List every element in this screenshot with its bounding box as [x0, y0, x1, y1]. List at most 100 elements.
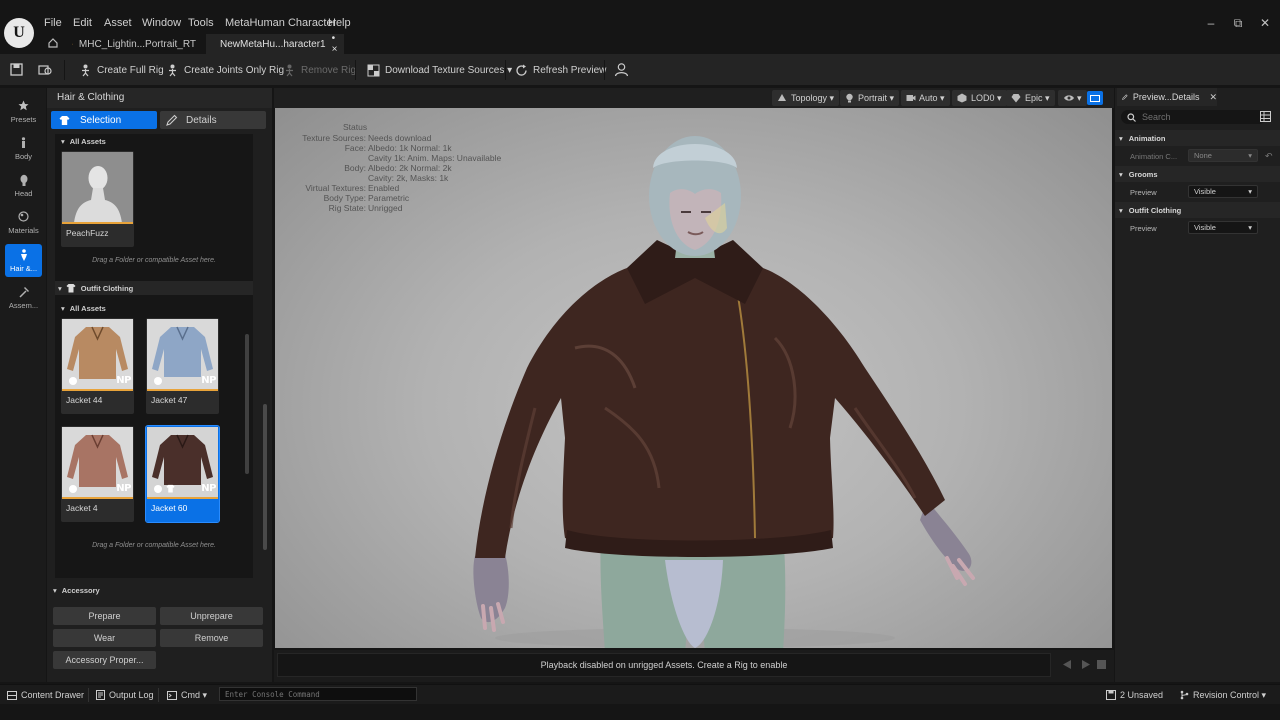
create-joints-only-rig-button[interactable]: Create Joints Only Rig [166, 54, 284, 86]
tab-selection[interactable]: Selection [51, 111, 157, 129]
outfit-clothing-section-header[interactable]: ▾ Outfit Clothing [1115, 202, 1280, 218]
topology-dropdown[interactable]: Topology ▾ [772, 90, 840, 106]
tab-lighting-portrait[interactable]: MHC_Lightin...Portrait_RT [64, 34, 204, 54]
nav-item-body[interactable]: Body [5, 132, 42, 165]
asset-list-scrollbar[interactable] [245, 334, 249, 474]
stop-icon[interactable] [1097, 660, 1106, 669]
outfit-clothing-label: Outfit Clothing [80, 283, 134, 293]
tab-new-metahuman-character[interactable]: NewMetaHu...haracter1 • × [206, 33, 344, 55]
outfit-clothing-header[interactable]: ▾ Outfit Clothing [55, 281, 253, 295]
remove-rig-button[interactable]: Remove Rig [283, 54, 356, 86]
grooms-section-label: Grooms [1128, 169, 1158, 179]
lod-dropdown[interactable]: LOD0 ▾ [952, 90, 1007, 106]
unreal-logo-icon[interactable]: U [4, 18, 34, 48]
grooms-preview-select[interactable]: Visible ▾ [1188, 185, 1258, 198]
close-window-button[interactable]: ✕ [1255, 16, 1275, 30]
all-assets-header[interactable]: ▾ All Assets [55, 301, 253, 315]
nav-item-head[interactable]: Head [5, 169, 42, 202]
checkmark-icon [69, 485, 77, 493]
revision-control-button[interactable]: Revision Control ▾ [1180, 688, 1266, 702]
nav-item-hair-clothing[interactable]: Hair &... [5, 244, 42, 277]
pencil-icon [1122, 94, 1128, 100]
prepare-button[interactable]: Prepare [53, 607, 156, 625]
tab-details[interactable]: Details [160, 111, 266, 129]
lighting-dropdown[interactable]: Portrait ▾ [840, 90, 900, 106]
status-value: Cavity 1k: Anim. Maps: Unavailable [368, 153, 502, 163]
asset-card-jacket-60[interactable]: NP Jacket 60 [145, 425, 220, 523]
menu-help[interactable]: Help [328, 17, 351, 29]
accessory-header[interactable]: ▾ Accessory [47, 582, 272, 598]
menu-edit[interactable]: Edit [73, 17, 92, 29]
menu-file[interactable]: File [44, 17, 62, 29]
refresh-preview-button[interactable]: Refresh Preview [515, 54, 606, 86]
menu-tools[interactable]: Tools [188, 17, 214, 29]
refresh-preview-label: Refresh Preview [533, 64, 607, 76]
grooms-preview-label: Preview [1130, 188, 1157, 197]
asset-card-jacket-44[interactable]: NP Jacket 44 [61, 318, 134, 414]
minimize-button[interactable]: – [1201, 16, 1221, 30]
output-log-label: Output Log [109, 690, 154, 700]
unprepare-button[interactable]: Unprepare [160, 607, 263, 625]
create-full-rig-button[interactable]: Create Full Rig [79, 54, 164, 86]
asset-card-peachfuzz[interactable]: PeachFuzz [61, 151, 134, 247]
settings-grid-icon[interactable] [1260, 111, 1271, 122]
np-badge: NP [201, 483, 216, 494]
nav-item-materials[interactable]: Materials [5, 206, 42, 239]
nav-item-assemble[interactable]: Assem... [5, 281, 42, 314]
menu-asset[interactable]: Asset [104, 17, 132, 29]
revision-control-label: Revision Control ▾ [1193, 689, 1267, 700]
console-command-input[interactable] [219, 687, 417, 701]
remove-button[interactable]: Remove [160, 629, 263, 647]
wear-button[interactable]: Wear [53, 629, 156, 647]
search-placeholder: Search [1142, 112, 1171, 122]
browse-asset-icon[interactable] [38, 63, 53, 76]
all-assets-label: All Assets [69, 136, 106, 146]
accessory-properties-button[interactable]: Accessory Proper... [53, 651, 156, 669]
output-log-button[interactable]: Output Log [96, 688, 154, 702]
play-backward-icon[interactable] [1062, 659, 1072, 670]
view-options-dropdown[interactable]: ▾ [1058, 90, 1087, 106]
cmd-dropdown[interactable]: Cmd ▾ [167, 688, 207, 702]
nav-item-presets[interactable]: Presets [5, 95, 42, 128]
hammer-icon [18, 286, 30, 298]
content-drawer-label: Content Drawer [21, 690, 85, 700]
details-search-input[interactable]: Search [1121, 110, 1266, 124]
unsaved-indicator[interactable]: 2 Unsaved [1106, 688, 1163, 702]
close-tab-icon[interactable]: ✕ [1209, 92, 1217, 103]
home-icon[interactable] [47, 37, 59, 49]
terminal-icon [167, 690, 177, 700]
status-label: Rig State: [328, 203, 366, 213]
asset-card-jacket-47[interactable]: NP Jacket 47 [146, 318, 219, 414]
animation-section-header[interactable]: ▾ Animation [1115, 130, 1280, 146]
viewport-3d[interactable]: Status Texture Sources: Needs download Fa… [275, 108, 1112, 648]
tab-preview-details[interactable]: Preview...Details ✕ [1117, 88, 1217, 106]
menu-metahuman-character[interactable]: MetaHuman Character [225, 17, 336, 29]
lighting-asset-icon [72, 43, 73, 45]
all-assets-header[interactable]: ▾ All Assets [55, 134, 253, 148]
collapse-arrow-icon: ▾ [61, 303, 65, 313]
outfit-preview-select[interactable]: Visible ▾ [1188, 221, 1258, 234]
fullscreen-toggle-button[interactable] [1087, 91, 1103, 105]
download-texture-sources-button[interactable]: Download Texture Sources ▾ [367, 54, 512, 86]
quality-dropdown[interactable]: Epic ▾ [1006, 90, 1055, 106]
user-icon[interactable] [614, 62, 629, 77]
asset-card-label: Jacket 47 [151, 395, 188, 405]
content-drawer-button[interactable]: Content Drawer [7, 688, 84, 702]
status-heading: Status [343, 122, 368, 132]
menu-window[interactable]: Window [142, 17, 181, 29]
camera-dropdown[interactable]: Auto ▾ [901, 90, 950, 106]
grooms-section-header[interactable]: ▾ Grooms [1115, 166, 1280, 182]
animation-select[interactable]: None ▾ [1188, 149, 1258, 162]
save-icon[interactable] [10, 63, 23, 76]
statusbar-divider [158, 688, 159, 702]
asset-card-jacket-4[interactable]: NP Jacket 4 [61, 426, 134, 522]
drawer-icon [7, 690, 17, 700]
tab-close-icon[interactable]: • × [332, 33, 338, 55]
status-value: Albedo: 1k Normal: 1k [368, 143, 452, 153]
reset-arrow-icon[interactable]: ↶ [1265, 151, 1273, 162]
play-forward-icon[interactable] [1081, 659, 1091, 670]
tab-preview-details-label: Preview...Details [1132, 92, 1200, 102]
status-value: Cavity: 2k, Masks: 1k [368, 173, 449, 183]
panel-scrollbar[interactable] [263, 404, 267, 550]
restore-button[interactable]: ⧉ [1228, 16, 1248, 31]
